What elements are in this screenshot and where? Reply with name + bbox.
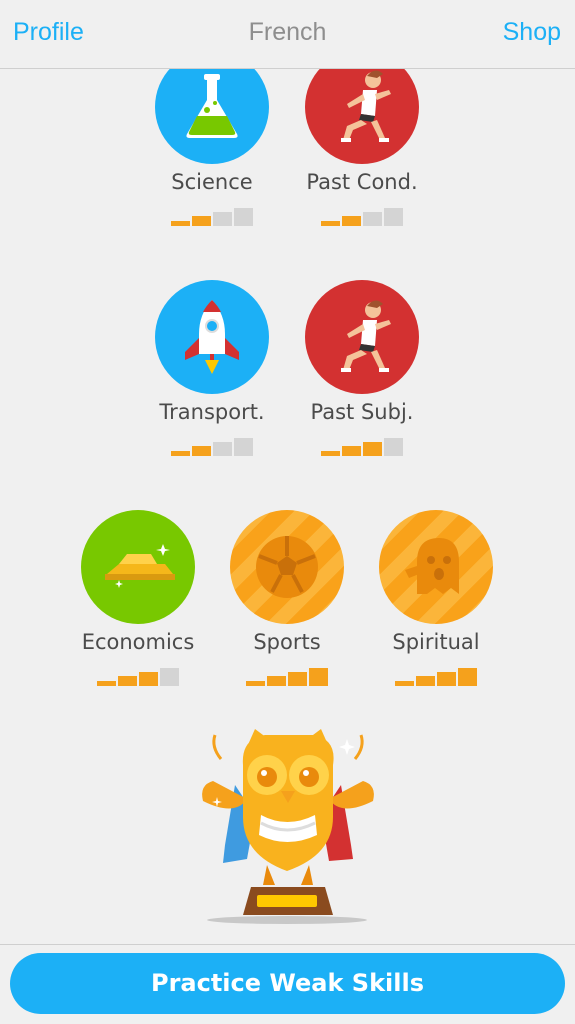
soccer-ball-icon — [256, 536, 318, 598]
strength-bar — [384, 438, 403, 456]
skill-badge — [155, 280, 269, 394]
skill-economics[interactable]: Economics — [63, 510, 213, 686]
strength-bar — [321, 451, 340, 456]
skill-science[interactable]: Science — [137, 50, 287, 226]
strength-meter — [321, 206, 403, 226]
strength-bar — [234, 208, 253, 226]
strength-bar — [395, 681, 414, 686]
owl-trophy-icon — [202, 729, 374, 924]
skill-sports[interactable]: Sports — [212, 510, 362, 686]
strength-bar — [384, 208, 403, 226]
strength-bar — [234, 438, 253, 456]
strength-bar — [139, 672, 158, 686]
strength-meter — [395, 666, 477, 686]
skill-badge — [379, 510, 493, 624]
skill-past-subj[interactable]: Past Subj. — [287, 280, 437, 456]
strength-bar — [288, 672, 307, 686]
runner-icon — [341, 300, 391, 372]
strength-bar — [192, 446, 211, 456]
strength-bar — [363, 442, 382, 456]
strength-bar — [160, 668, 179, 686]
strength-meter — [171, 206, 253, 226]
strength-bar — [267, 676, 286, 686]
strength-meter — [171, 436, 253, 456]
skill-past-cond[interactable]: Past Cond. — [287, 50, 437, 226]
skill-badge — [230, 510, 344, 624]
skill-label: Past Subj. — [310, 400, 414, 424]
strength-bar — [342, 216, 361, 226]
strength-bar — [118, 676, 137, 686]
top-nav-bar: Profile French Shop — [0, 0, 575, 69]
strength-meter — [97, 666, 179, 686]
strength-bar — [213, 442, 232, 456]
strength-bar — [342, 446, 361, 456]
skill-transport[interactable]: Transport. — [137, 280, 287, 456]
skill-label: Sports — [253, 630, 321, 654]
strength-bar — [171, 221, 190, 226]
course-title: French — [248, 18, 327, 46]
skill-badge — [305, 280, 419, 394]
strength-bar — [171, 451, 190, 456]
strength-bar — [309, 668, 328, 686]
strength-bar — [321, 221, 340, 226]
skill-label: Past Cond. — [306, 170, 418, 194]
ghost-icon — [405, 538, 459, 594]
gold-bars-icon — [105, 544, 175, 588]
strength-bar — [192, 216, 211, 226]
skill-label: Spiritual — [392, 630, 480, 654]
rocket-icon — [185, 300, 239, 374]
skill-spiritual[interactable]: Spiritual — [361, 510, 511, 686]
strength-bar — [458, 668, 477, 686]
strength-bar — [213, 212, 232, 226]
strength-bar — [416, 676, 435, 686]
skill-label: Economics — [81, 630, 195, 654]
skill-badge — [81, 510, 195, 624]
shop-link[interactable]: Shop — [503, 18, 561, 47]
strength-meter — [321, 436, 403, 456]
strength-bar — [246, 681, 265, 686]
strength-bar — [437, 672, 456, 686]
strength-bar — [97, 681, 116, 686]
skill-label: Science — [171, 170, 253, 194]
bottom-divider — [0, 944, 575, 945]
strength-bar — [363, 212, 382, 226]
strength-meter — [246, 666, 328, 686]
skill-label: Transport. — [159, 400, 265, 424]
practice-weak-skills-button[interactable]: Practice Weak Skills — [10, 953, 565, 1014]
